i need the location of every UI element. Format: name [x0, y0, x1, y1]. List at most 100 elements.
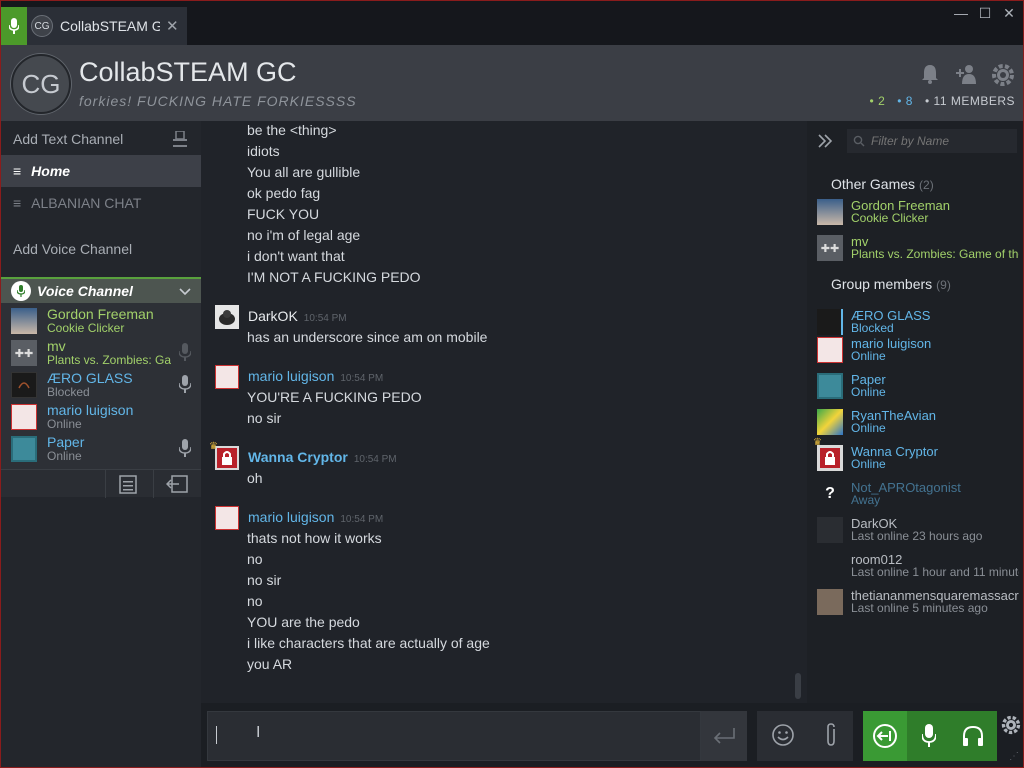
- voice-channel-panel: Voice Channel Gordon Freeman Cookie Click…: [1, 277, 201, 498]
- member-item[interactable]: RyanTheAvian Online: [817, 407, 1023, 437]
- crown-icon: ♛: [813, 437, 822, 448]
- chat-tab[interactable]: CG CollabSTEAM GC ✕: [1, 7, 187, 45]
- tab-close-icon[interactable]: ✕: [166, 17, 179, 35]
- message-line: You all are gullible: [247, 164, 361, 180]
- voice-member-status: Online: [47, 417, 82, 431]
- message-input[interactable]: I: [207, 711, 701, 761]
- settings-gear-icon[interactable]: [1001, 715, 1021, 738]
- member-status: Online: [851, 421, 886, 435]
- text-channel-home[interactable]: ≡ Home: [1, 155, 201, 187]
- member-status: Away: [851, 493, 881, 507]
- paperclip-icon: [827, 722, 835, 746]
- message-timestamp: 10:54 PM: [303, 313, 347, 324]
- collapse-panel-icon[interactable]: [817, 133, 833, 152]
- member-item[interactable]: ✚✚ mvPlants vs. Zombies: Game of the Yea…: [817, 233, 1023, 263]
- headphones-icon: [963, 725, 983, 746]
- message-author[interactable]: mario luigison 10:54 PM: [248, 509, 383, 525]
- add-friend-icon[interactable]: [955, 63, 979, 87]
- voice-channel-icon: [11, 281, 31, 301]
- avatar: ✚✚: [817, 235, 843, 261]
- member-status: Online: [851, 385, 886, 399]
- text-channel-albanian-chat[interactable]: ≡ ALBANIAN CHAT: [1, 187, 201, 219]
- divider: [153, 470, 154, 498]
- deafen-button[interactable]: [951, 711, 995, 761]
- maximize-button[interactable]: ☐: [975, 5, 995, 23]
- group-avatar[interactable]: CG: [11, 54, 71, 114]
- tab-avatar: CG: [31, 15, 53, 37]
- pin-icon[interactable]: [173, 130, 187, 150]
- add-voice-channel-button[interactable]: Add Voice Channel: [1, 233, 201, 265]
- microphone-icon: [179, 375, 191, 393]
- chevron-down-icon[interactable]: [179, 283, 191, 299]
- microphone-icon: [179, 439, 191, 457]
- avatar: [817, 553, 843, 579]
- close-window-button[interactable]: ✕: [999, 5, 1019, 23]
- message-timestamp: 10:54 PM: [340, 373, 384, 384]
- filter-input[interactable]: [871, 134, 1011, 148]
- member-item[interactable]: DarkOK Last online 23 hours ago: [817, 515, 1023, 545]
- bell-icon[interactable]: [919, 63, 943, 87]
- voice-member[interactable]: Gordon Freeman Cookie Clicker: [11, 305, 197, 337]
- voice-member[interactable]: mario luigison Online: [11, 401, 197, 433]
- member-item[interactable]: thetiananmensquaremassacre Last online 5 …: [817, 587, 1023, 617]
- message-line: no: [247, 593, 263, 609]
- chat-scrollbar[interactable]: [795, 673, 801, 699]
- resize-grip-icon[interactable]: ⋰: [1009, 751, 1019, 762]
- voice-member-status: Plants vs. Zombies: Game of the Year: [47, 353, 171, 367]
- avatar[interactable]: [215, 305, 239, 329]
- message-line: ok pedo fag: [247, 185, 321, 201]
- minimize-button[interactable]: —: [951, 5, 971, 23]
- voice-member[interactable]: Paper Online: [11, 433, 197, 465]
- member-filter[interactable]: [847, 129, 1017, 153]
- gear-icon[interactable]: [991, 63, 1015, 87]
- emoticon-button[interactable]: [771, 723, 795, 750]
- send-button[interactable]: [701, 711, 747, 761]
- message-author[interactable]: DarkOK 10:54 PM: [248, 308, 347, 324]
- avatar: [817, 199, 843, 225]
- message-line: you AR: [247, 656, 293, 672]
- avatar[interactable]: [215, 446, 239, 470]
- avatar: [817, 373, 843, 399]
- member-item[interactable]: ÆRO GLASS Blocked: [817, 307, 1023, 337]
- member-status: Last online 23 hours ago: [851, 529, 983, 543]
- steam-group-chat-window: CG CollabSTEAM GC ✕ — ☐ ✕ CG CollabSTEAM…: [0, 0, 1024, 768]
- voice-member-status: Online: [47, 449, 82, 463]
- avatar[interactable]: [215, 365, 239, 389]
- group-members-section-label: Group members (9): [831, 276, 951, 292]
- member-list-panel: Other Games(2) Gordon FreemanCookie Clic…: [807, 121, 1023, 703]
- avatar: [11, 372, 37, 398]
- avatar[interactable]: [215, 506, 239, 530]
- channel-sidebar: Add Text Channel ≡ Home ≡ ALBANIAN CHAT …: [1, 121, 201, 767]
- leave-voice-icon: [873, 724, 897, 748]
- mute-mic-button[interactable]: [907, 711, 951, 761]
- attach-button[interactable]: [823, 722, 839, 751]
- voice-member-name: mario luigison: [47, 403, 134, 418]
- member-item[interactable]: Paper Online: [817, 371, 1023, 401]
- message-author[interactable]: Wanna Cryptor 10:54 PM: [248, 449, 397, 465]
- message-line: YOU'RE A FUCKING PEDO: [247, 389, 422, 405]
- message-line: no sir: [247, 572, 282, 588]
- message-line: I'M NOT A FUCKING PEDO: [247, 269, 421, 285]
- message-line: no: [247, 551, 263, 567]
- message-author[interactable]: mario luigison 10:54 PM: [248, 368, 383, 384]
- member-item[interactable]: Wanna Cryptor Online: [817, 443, 1023, 473]
- voice-active-icon: [1, 7, 27, 45]
- text-caret: [216, 726, 217, 744]
- member-item[interactable]: room012Last online 1 hour and 11 minutes…: [817, 551, 1023, 581]
- member-item[interactable]: Gordon Freeman Cookie Clicker: [817, 197, 1023, 227]
- leave-channel-icon[interactable]: [165, 475, 188, 496]
- group-header: CG CollabSTEAM GC forkies! FUCKING HATE …: [1, 45, 1023, 121]
- avatar: [817, 445, 843, 471]
- message-timestamp: 10:54 PM: [340, 514, 384, 525]
- voice-channel-footer: [1, 469, 201, 498]
- title-bar: CG CollabSTEAM GC ✕ — ☐ ✕: [1, 1, 1023, 45]
- enter-arrow-icon: [713, 728, 735, 744]
- voice-member[interactable]: ✚✚ mvPlants vs. Zombies: Game of the Yea…: [11, 337, 197, 369]
- voice-member[interactable]: ÆRO GLASS Blocked: [11, 369, 197, 401]
- notepad-icon[interactable]: [119, 474, 137, 497]
- member-item[interactable]: mario luigison Online: [817, 335, 1023, 365]
- voice-channel-header[interactable]: Voice Channel: [1, 279, 201, 303]
- add-text-channel-button[interactable]: Add Text Channel: [1, 123, 201, 155]
- member-item[interactable]: ? Not_APROtagonist Away: [817, 479, 1023, 509]
- leave-voice-button[interactable]: [863, 711, 907, 761]
